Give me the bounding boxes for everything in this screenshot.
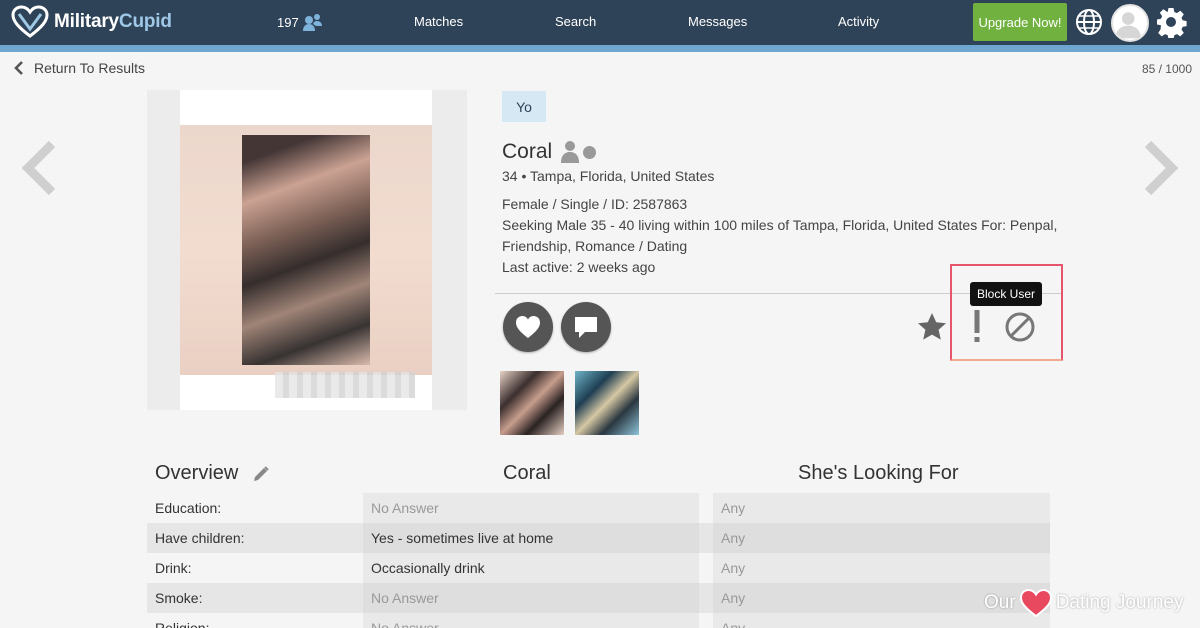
user-value: Occasionally drink <box>371 560 485 576</box>
column-heading-looking-for: She's Looking For <box>798 462 959 484</box>
watermark-text-right: Dating Journey <box>1055 592 1184 613</box>
looking-value: Any <box>721 530 746 546</box>
block-user-highlight-box <box>950 264 1063 361</box>
like-button[interactable] <box>503 302 553 352</box>
site-logo[interactable]: MilitaryCupid <box>10 5 172 39</box>
user-value: Yes - sometimes live at home <box>371 530 554 546</box>
user-avatar[interactable] <box>1111 4 1149 42</box>
user-value: No Answer <box>371 620 439 628</box>
chevron-left-icon <box>14 61 23 75</box>
favorite-star-icon[interactable] <box>916 311 948 343</box>
logo-text-cupid: Cupid <box>118 11 172 32</box>
row-label: Have children: <box>155 530 245 546</box>
looking-value-cell: Any <box>713 523 1050 553</box>
results-counter: 85 / 1000 <box>1141 62 1192 76</box>
row-label: Smoke: <box>155 590 203 606</box>
row-label: Drink: <box>155 560 192 576</box>
table-row: Have children: Yes - sometimes live at h… <box>147 523 1050 553</box>
nav-matches[interactable]: Matches <box>414 14 463 29</box>
row-label: Religion: <box>155 620 210 628</box>
photo-watermark <box>275 372 415 398</box>
online-count: 197 <box>277 14 299 30</box>
table-row: Religion: No Answer Any <box>147 613 1050 628</box>
table-row: Drink: Occasionally drink Any <box>147 553 1050 583</box>
looking-value: Any <box>721 560 746 576</box>
message-button[interactable] <box>561 302 611 352</box>
nav-activity[interactable]: Activity <box>838 14 879 29</box>
user-value-cell: No Answer <box>363 613 699 628</box>
online-status-dot <box>583 145 597 159</box>
main-profile-photo[interactable] <box>242 135 370 365</box>
user-value-cell: Yes - sometimes live at home <box>363 523 699 553</box>
heart-logo-icon <box>11 5 49 38</box>
looking-value: Any <box>721 620 746 628</box>
looking-value-cell: Any <box>713 493 1050 523</box>
table-row: Smoke: No Answer Any <box>147 583 1050 613</box>
table-row: Education: No Answer Any <box>147 493 1050 523</box>
profile-seeking-line-2: Friendship, Romance / Dating <box>502 238 688 254</box>
nav-messages[interactable]: Messages <box>688 14 747 29</box>
heart-icon <box>516 316 540 338</box>
looking-value: Any <box>721 590 746 606</box>
next-profile-arrow-icon[interactable] <box>1140 140 1180 196</box>
user-value-cell: No Answer <box>363 493 699 523</box>
online-members-indicator[interactable]: 197 <box>277 11 324 33</box>
edit-pencil-icon[interactable] <box>252 465 270 483</box>
logo-text-military: Military <box>54 11 119 32</box>
user-value-cell: No Answer <box>363 583 699 613</box>
user-value: No Answer <box>371 500 439 516</box>
profile-name: Coral <box>502 140 553 163</box>
profile-details: Female / Single / ID: 2587863 <box>502 196 688 212</box>
heart-watermark-icon <box>1019 588 1052 618</box>
profile-name-row: Coral <box>502 140 597 164</box>
profile-seeking-line-1: Seeking Male 35 - 40 living within 100 m… <box>502 217 1058 233</box>
globe-icon[interactable] <box>1075 8 1103 36</box>
profile-location: 34 • Tampa, Florida, United States <box>502 168 715 184</box>
user-value: No Answer <box>371 590 439 606</box>
profile-tagline-badge: Yo <box>502 91 546 122</box>
photo-thumbnail[interactable] <box>575 371 639 435</box>
looking-value: Any <box>721 500 746 516</box>
photo-thumbnail[interactable] <box>500 371 564 435</box>
upgrade-now-button[interactable]: Upgrade Now! <box>973 3 1067 41</box>
looking-value-cell: Any <box>713 553 1050 583</box>
return-to-results-label: Return To Results <box>34 60 146 76</box>
nav-search[interactable]: Search <box>555 14 596 29</box>
settings-gear-icon[interactable] <box>1155 6 1187 38</box>
row-label: Education: <box>155 500 222 516</box>
avatar-placeholder-icon <box>1115 12 1141 39</box>
column-heading-user: Coral <box>503 462 551 484</box>
block-user-tooltip: Block User <box>970 282 1043 306</box>
watermark-text-left: Our <box>984 592 1016 613</box>
users-online-icon <box>302 14 322 31</box>
previous-profile-arrow-icon[interactable] <box>20 140 60 196</box>
chat-bubble-icon <box>575 317 597 338</box>
profile-last-active: Last active: 2 weeks ago <box>502 259 656 275</box>
return-to-results-link[interactable]: Return To Results <box>12 60 145 76</box>
header-accent-stripe <box>0 45 1200 52</box>
person-icon <box>561 141 580 163</box>
overview-heading: Overview <box>155 462 239 484</box>
logo-text: MilitaryCupid <box>54 11 172 33</box>
site-watermark: Our Dating Journey <box>984 588 1183 618</box>
user-value-cell: Occasionally drink <box>363 553 699 583</box>
